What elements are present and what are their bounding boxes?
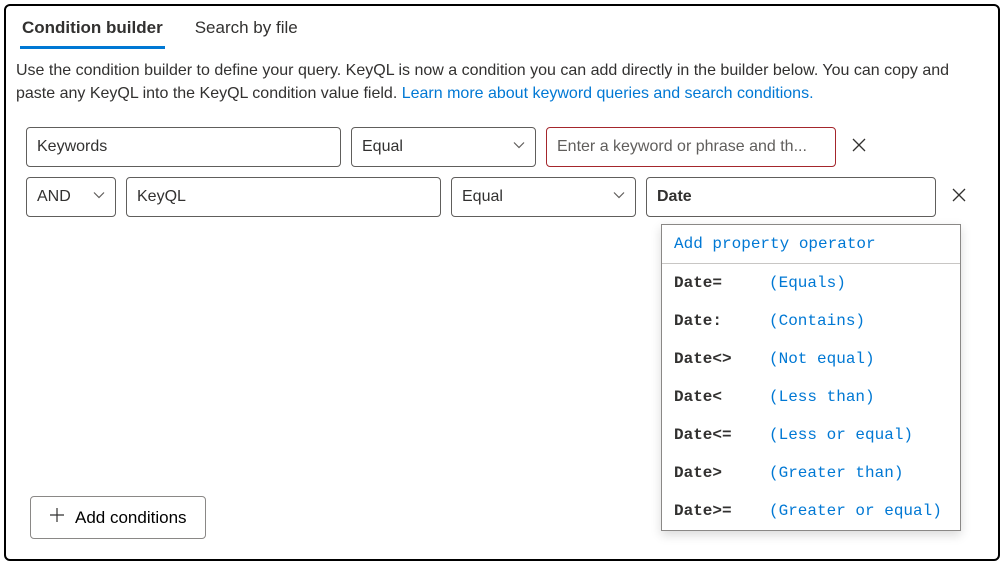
condition-row-1: Keywords Equal Enter a keyword or phrase… [26, 127, 984, 167]
logic-label: AND [37, 188, 71, 206]
value-input-2[interactable] [646, 177, 936, 217]
value-input-2-wrap [646, 177, 936, 217]
op-key: Date< [674, 388, 769, 406]
dropdown-item-equals[interactable]: Date= (Equals) [662, 264, 960, 302]
dropdown-item-greater-or-equal[interactable]: Date>= (Greater or equal) [662, 492, 960, 530]
op-key: Date<= [674, 426, 769, 444]
add-conditions-label: Add conditions [75, 508, 187, 528]
property-select-keywords[interactable]: Keywords [26, 127, 341, 167]
value-placeholder: Enter a keyword or phrase and th... [557, 138, 807, 156]
dropdown-item-greater-than[interactable]: Date> (Greater than) [662, 454, 960, 492]
chevron-down-icon [613, 188, 625, 206]
description-text: Use the condition builder to define your… [6, 49, 998, 109]
value-input-1[interactable]: Enter a keyword or phrase and th... [546, 127, 836, 167]
op-desc: (Greater or equal) [769, 502, 942, 520]
operator-dropdown: Add property operator Date= (Equals) Dat… [661, 224, 961, 531]
op-desc: (Contains) [769, 312, 865, 330]
logic-select[interactable]: AND [26, 177, 116, 217]
property-label: KeyQL [137, 188, 186, 206]
op-desc: (Greater than) [769, 464, 903, 482]
plus-icon [49, 507, 65, 528]
chevron-down-icon [513, 138, 525, 156]
op-key: Date> [674, 464, 769, 482]
op-desc: (Not equal) [769, 350, 875, 368]
add-conditions-button[interactable]: Add conditions [30, 496, 206, 539]
dropdown-header: Add property operator [662, 225, 960, 264]
dropdown-item-less-or-equal[interactable]: Date<= (Less or equal) [662, 416, 960, 454]
op-key: Date= [674, 274, 769, 292]
property-select-keyql[interactable]: KeyQL [126, 177, 441, 217]
condition-rows: Keywords Equal Enter a keyword or phrase… [6, 109, 998, 217]
property-label: Keywords [37, 138, 107, 156]
remove-row-2-button[interactable] [946, 186, 972, 209]
tab-search-by-file[interactable]: Search by file [193, 12, 300, 49]
op-key: Date>= [674, 502, 769, 520]
operator-label: Equal [362, 138, 403, 156]
op-key: Date<> [674, 350, 769, 368]
op-key: Date: [674, 312, 769, 330]
condition-row-2: AND KeyQL Equal [26, 177, 984, 217]
condition-builder-panel: Condition builder Search by file Use the… [4, 4, 1000, 561]
tabs: Condition builder Search by file [6, 6, 998, 49]
value-input-field[interactable] [657, 188, 925, 206]
op-desc: (Equals) [769, 274, 846, 292]
operator-select-1[interactable]: Equal [351, 127, 536, 167]
dropdown-item-not-equal[interactable]: Date<> (Not equal) [662, 340, 960, 378]
remove-row-1-button[interactable] [846, 136, 872, 159]
chevron-down-icon [93, 188, 105, 206]
learn-more-link[interactable]: Learn more about keyword queries and sea… [402, 85, 814, 102]
dropdown-item-less-than[interactable]: Date< (Less than) [662, 378, 960, 416]
operator-select-2[interactable]: Equal [451, 177, 636, 217]
op-desc: (Less or equal) [769, 426, 913, 444]
tab-condition-builder[interactable]: Condition builder [20, 12, 165, 49]
dropdown-item-contains[interactable]: Date: (Contains) [662, 302, 960, 340]
op-desc: (Less than) [769, 388, 875, 406]
operator-label: Equal [462, 188, 503, 206]
